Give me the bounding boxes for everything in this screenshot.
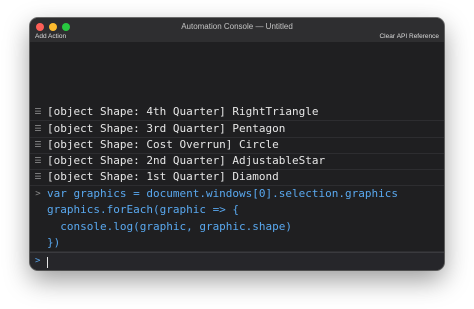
input-line: graphics.forEach(graphic => {: [30, 202, 444, 218]
log-icon: ☰: [34, 124, 42, 133]
input-line: console.log(graphic, graphic.shape): [30, 219, 444, 235]
input-line: }): [30, 235, 444, 252]
log-line-text: [object Shape: Cost Overrun] Circle: [47, 138, 279, 151]
input-line-text: graphics.forEach(graphic => {: [47, 203, 240, 216]
prompt-chevron-icon: >: [35, 256, 41, 266]
add-action-button[interactable]: Add Action: [35, 33, 66, 40]
log-line: ☰ [object Shape: 3rd Quarter] Pentagon: [30, 121, 444, 138]
input-line-text: var graphics = document.windows[0].selec…: [47, 187, 398, 200]
console-prompt: >: [30, 252, 444, 270]
input-line-text: }): [47, 236, 61, 249]
clear-button[interactable]: Clear: [379, 33, 395, 40]
log-line-text: [object Shape: 2nd Quarter] AdjustableSt…: [47, 154, 326, 167]
log-line: ☰ [object Shape: 1st Quarter] Diamond: [30, 169, 444, 186]
input-line: > var graphics = document.windows[0].sel…: [30, 186, 444, 202]
log-line-text: [object Shape: 4th Quarter] RightTriangl…: [47, 105, 319, 118]
input-chevron-icon: >: [35, 189, 41, 199]
log-line: ☰ [object Shape: 4th Quarter] RightTrian…: [30, 104, 444, 121]
log-icon: ☰: [34, 107, 42, 116]
input-line-text: console.log(graphic, graphic.shape): [47, 220, 293, 233]
api-reference-button[interactable]: API Reference: [397, 33, 439, 40]
log-icon: ☰: [34, 156, 42, 165]
log-line-text: [object Shape: 1st Quarter] Diamond: [47, 170, 279, 183]
log-icon: ☰: [34, 140, 42, 149]
automation-console-window: Automation Console — Untitled Add Action…: [30, 18, 444, 270]
text-caret: [47, 257, 48, 268]
console-input[interactable]: [46, 255, 436, 269]
title-bar: Automation Console — Untitled Add Action…: [30, 18, 444, 42]
log-icon: ☰: [34, 172, 42, 181]
log-line-text: [object Shape: 3rd Quarter] Pentagon: [47, 122, 286, 135]
window-title: Automation Console — Untitled: [181, 22, 293, 31]
log-line: ☰ [object Shape: 2nd Quarter] Adjustable…: [30, 153, 444, 170]
console-output: ☰ [object Shape: 4th Quarter] RightTrian…: [30, 42, 444, 266]
log-line: ☰ [object Shape: Cost Overrun] Circle: [30, 137, 444, 154]
